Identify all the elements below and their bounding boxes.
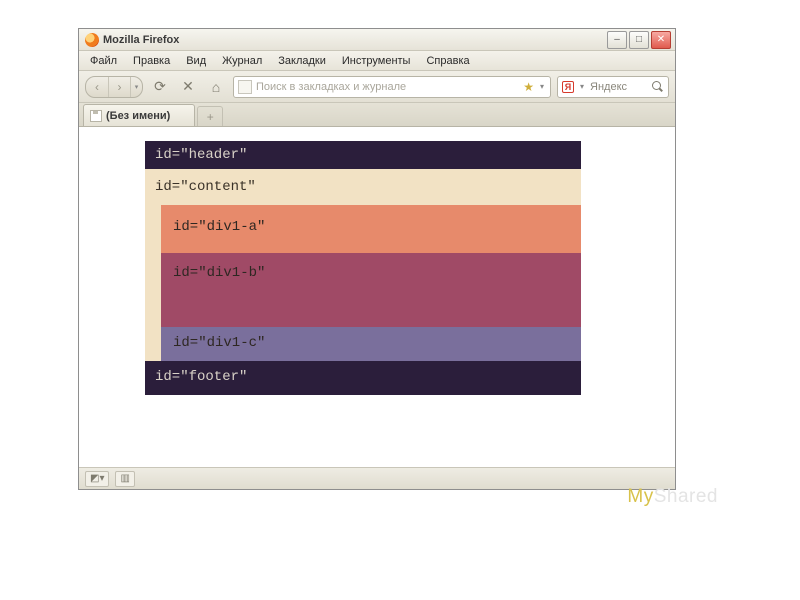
menu-file[interactable]: Файл [83,53,124,69]
watermark: MyShared [627,486,718,508]
forward-button[interactable]: › [108,77,130,97]
home-button[interactable]: ⌂ [205,76,227,98]
nav-history-dropdown[interactable]: ▾ [130,77,142,97]
menu-help[interactable]: Справка [419,53,476,69]
page-icon [238,80,252,94]
tab-active[interactable]: (Без имени) [83,104,195,126]
layout-header: id="header" [145,141,581,169]
layout-div1-b: id="div1-b" [161,253,581,327]
layout-content-label: id="content" [155,177,571,205]
reload-button[interactable]: ⟳ [149,76,171,98]
stop-button[interactable]: ✕ [177,76,199,98]
window-title: Mozilla Firefox [103,34,179,46]
menu-view[interactable]: Вид [179,53,213,69]
url-dropdown-icon[interactable]: ▾ [538,82,546,91]
minimize-button[interactable]: – [607,31,627,49]
yandex-icon: Я [562,81,574,93]
url-placeholder: Поиск в закладках и журнале [256,81,519,93]
menu-tools[interactable]: Инструменты [335,53,418,69]
menu-edit[interactable]: Правка [126,53,177,69]
nav-pill: ‹ › ▾ [85,76,143,98]
page-icon [90,110,102,122]
back-button[interactable]: ‹ [86,77,108,97]
tabstrip: (Без имени) + [79,103,675,127]
menu-history[interactable]: Журнал [215,53,269,69]
statusbar: ◩▾ ▥ [79,467,675,489]
status-segment[interactable]: ▥ [115,471,134,487]
new-tab-button[interactable]: + [197,106,223,126]
titlebar: Mozilla Firefox – □ ✕ [79,29,675,51]
layout-footer: id="footer" [145,361,581,395]
menu-bookmarks[interactable]: Закладки [271,53,333,69]
menubar: Файл Правка Вид Журнал Закладки Инструме… [79,51,675,71]
search-bar[interactable]: Я ▾ Яндекс [557,76,669,98]
search-provider-label: Яндекс [590,81,648,93]
close-button[interactable]: ✕ [651,31,671,49]
toolbar: ‹ › ▾ ⟳ ✕ ⌂ Поиск в закладках и журнале … [79,71,675,103]
search-engine-dropdown[interactable]: ▾ [578,82,586,91]
bookmark-star-icon[interactable]: ★ [523,80,534,94]
maximize-button[interactable]: □ [629,31,649,49]
layout-div1-a: id="div1-a" [161,205,581,253]
browser-window: Mozilla Firefox – □ ✕ Файл Правка Вид Жу… [78,28,676,490]
layout-content: id="content" id="div1-a" id="div1-b" id=… [145,169,581,361]
layout-diagram: id="header" id="content" id="div1-a" id=… [145,141,581,395]
url-bar[interactable]: Поиск в закладках и журнале ★ ▾ [233,76,551,98]
watermark-suffix: Shared [654,486,718,507]
firefox-icon [85,33,99,47]
tab-label: (Без имени) [106,110,170,122]
status-segment[interactable]: ◩▾ [85,471,109,487]
layout-div1-c: id="div1-c" [161,327,581,361]
plus-icon: + [207,110,214,124]
watermark-prefix: My [627,486,653,507]
search-icon[interactable] [652,81,664,93]
window-controls: – □ ✕ [607,31,671,49]
page-viewport: id="header" id="content" id="div1-a" id=… [79,127,675,467]
